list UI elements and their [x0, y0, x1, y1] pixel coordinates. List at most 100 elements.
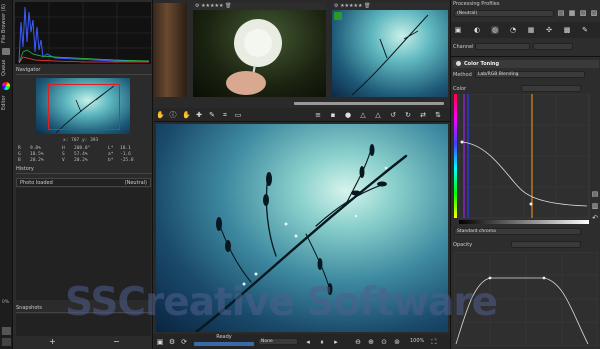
rotate-right-icon[interactable]: ↻ — [404, 111, 412, 119]
tab-queue[interactable]: Queue — [1, 56, 12, 80]
paste-profile-icon[interactable]: ▨ — [590, 9, 598, 17]
zoom-100-icon[interactable]: ⊚ — [393, 338, 401, 346]
preview-bars-icon[interactable]: ≡ — [314, 111, 322, 119]
next-image-icon[interactable]: ▸ — [332, 338, 340, 346]
readout-cell: 208.0° — [74, 146, 91, 151]
curve-save-icon[interactable]: ▥ — [591, 202, 599, 210]
history-row-label: Photo loaded — [20, 180, 53, 186]
progress-bar — [194, 342, 254, 346]
preview-icon[interactable]: ▣ — [156, 338, 164, 346]
channel-select[interactable] — [475, 43, 530, 50]
color-curve-editor[interactable] — [454, 94, 600, 226]
zoom-out-icon[interactable]: ⊖ — [354, 338, 362, 346]
method-label: Method — [453, 72, 472, 78]
settings-icon[interactable] — [2, 338, 11, 346]
zoom-fit-icon[interactable]: ⊙ — [380, 338, 388, 346]
remove-snapshot-button[interactable]: − — [113, 337, 120, 346]
circle-icon[interactable]: ● — [344, 111, 352, 119]
history-title: History — [16, 166, 152, 174]
hand-tool-icon[interactable]: ✋ — [182, 111, 191, 119]
left-tab-strip: File Browser (6) Queue Editor — [0, 0, 13, 349]
curve-reset-icon[interactable]: ↶ — [591, 214, 599, 222]
opacity-curve-select[interactable] — [511, 241, 581, 248]
readout-cell: R — [18, 146, 21, 151]
history-row-value: (Neutral) — [124, 180, 147, 186]
crosshair-icon[interactable]: ✚ — [195, 111, 203, 119]
readout-cell: G — [18, 152, 21, 157]
crop-icon[interactable]: ⌗ — [221, 111, 229, 119]
selected-check-icon[interactable] — [334, 12, 342, 20]
color-picker-icon[interactable]: ✎ — [208, 111, 216, 119]
channel-select-2[interactable] — [533, 43, 573, 50]
method-select[interactable]: Lab/RGB Blending — [475, 71, 585, 78]
fullscreen-icon[interactable]: ⛶ — [430, 338, 438, 346]
readout-cell: B — [18, 158, 21, 163]
color-curve-type-select[interactable] — [521, 85, 581, 92]
zoom-in-icon[interactable]: ⊕ — [367, 338, 375, 346]
navigator-preview[interactable] — [36, 78, 130, 134]
standard-chroma-select[interactable]: Standard chroma — [454, 228, 581, 235]
profile-select[interactable]: (Neutral) — [454, 10, 554, 17]
thumb-rating-bar-2[interactable]: ⚙ ★★★★★ 🗑 — [332, 3, 448, 10]
filmstrip-thumb-dandelion[interactable] — [193, 3, 326, 97]
tab-favorites-icon[interactable]: ▣ — [454, 26, 462, 34]
thumb-rating-bar[interactable]: ⚙ ★★★★★ 🗑 — [193, 3, 326, 10]
gear-icon[interactable]: ⚙ — [168, 338, 176, 346]
filmstrip-scrollbar[interactable] — [294, 102, 444, 105]
main-image[interactable] — [156, 124, 448, 332]
right-panel: Processing Profiles (Neutral) ▤ ▦ ▧ ▨ ▣ … — [450, 0, 600, 349]
left-percent: 0% — [2, 300, 10, 305]
tab-meta-icon[interactable]: ✎ — [581, 26, 589, 34]
navigator-title: Navigator — [16, 67, 152, 75]
history-row[interactable]: Photo loaded (Neutral) — [16, 178, 151, 187]
save-profile-icon[interactable]: ▦ — [568, 9, 576, 17]
color-wheel-icon[interactable] — [2, 82, 10, 90]
rotate-left-icon[interactable]: ↺ — [389, 111, 397, 119]
center-area: ⚙ ★★★★★ 🗑 ⚙ ★★★★★ 🗑 ✋ ⓘ ✋ ✚ ✎ ⌗ ▭ ≡ ▪ ● … — [154, 0, 450, 349]
tab-detail-icon[interactable]: ◔ — [509, 26, 517, 34]
curve-open-icon[interactable]: ▤ — [591, 190, 599, 198]
readout-cell: -25.8 — [120, 158, 134, 163]
navigator-coords: x: 707 y: 393 — [63, 138, 99, 143]
channel-rgb-icon[interactable]: ▪ — [329, 111, 337, 119]
flip-vertical-icon[interactable]: ⇅ — [434, 111, 442, 119]
none-select[interactable]: None — [258, 338, 298, 345]
tab-color-icon[interactable]: ◍ — [491, 26, 499, 34]
open-profile-icon[interactable]: ▤ — [557, 9, 565, 17]
prev-image-icon[interactable]: ◂ — [304, 338, 312, 346]
pause-icon[interactable]: ⏸ — [318, 338, 326, 346]
tab-exposure-icon[interactable]: ◐ — [473, 26, 481, 34]
histogram — [15, 2, 151, 64]
tab-wavelet-icon[interactable]: ▦ — [527, 26, 535, 34]
zoom-level: 100% — [410, 338, 425, 344]
readout-cell: 18.5% — [30, 152, 44, 157]
flip-icon[interactable]: ⇄ — [419, 111, 427, 119]
history-icon[interactable]: ⟳ — [180, 338, 188, 346]
history-list — [16, 188, 151, 300]
toggle-icon[interactable] — [456, 61, 461, 66]
info-icon[interactable]: ⓘ — [169, 111, 177, 119]
tool-tabs: ▣ ◐ ◍ ◔ ▦ ✣ ▩ ✎ — [451, 22, 600, 38]
opacity-label: Opacity — [453, 242, 473, 248]
tab-raw-icon[interactable]: ▩ — [563, 26, 571, 34]
warning-icon-2[interactable]: △ — [374, 111, 382, 119]
warning-icon[interactable]: △ — [359, 111, 367, 119]
filmstrip-thumb-plant[interactable] — [332, 3, 448, 97]
opacity-curve-editor[interactable] — [454, 252, 598, 346]
panel-toggle-icon[interactable] — [2, 327, 11, 335]
tab-file-browser[interactable]: File Browser (6) — [1, 2, 12, 46]
readout-cell: 20.2% — [74, 158, 88, 163]
file-browser-icon[interactable] — [2, 48, 10, 55]
tab-editor[interactable]: Editor — [1, 92, 12, 114]
color-toning-header[interactable]: Color Toning — [453, 60, 599, 68]
straighten-icon[interactable]: ▭ — [234, 111, 242, 119]
copy-profile-icon[interactable]: ▧ — [579, 9, 587, 17]
readout-cell: V — [62, 158, 65, 163]
tab-transform-icon[interactable]: ✣ — [545, 26, 553, 34]
filmstrip-thumb-wood[interactable] — [154, 3, 187, 97]
pixel-readout: R 9.8% H 208.0° L* 18.1 G 18.5% S 57.4% a* -1.6 B 20.… — [18, 146, 150, 164]
add-snapshot-button[interactable]: + — [49, 337, 56, 346]
divider — [451, 56, 600, 57]
navigator-viewport-rect[interactable] — [48, 84, 120, 130]
hand-icon[interactable]: ✋ — [156, 111, 165, 119]
